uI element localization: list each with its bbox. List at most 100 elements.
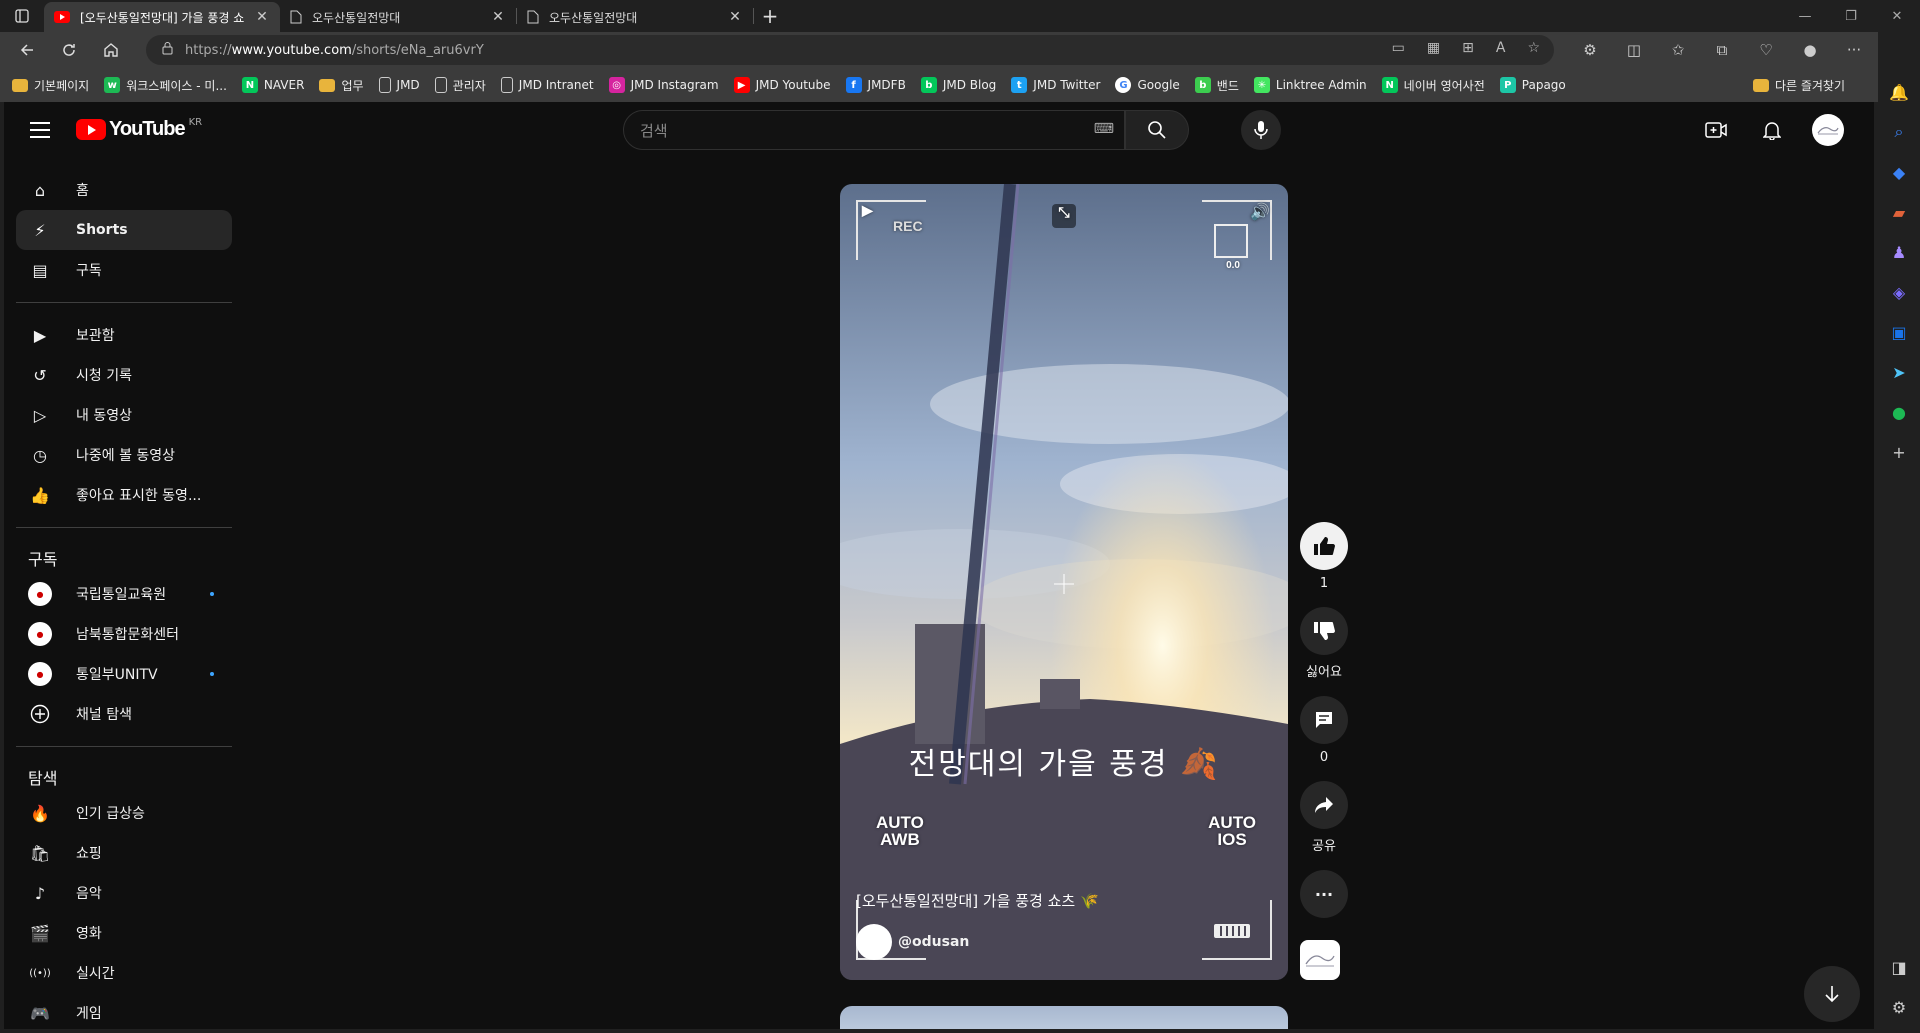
nav-item-explore-4[interactable]: ((•)) 실시간 xyxy=(16,953,232,993)
share-button[interactable] xyxy=(1300,781,1348,829)
volume-icon[interactable]: 🔊 xyxy=(1250,202,1270,222)
notification-bell-icon[interactable]: 🔔 xyxy=(1878,72,1920,112)
close-window-icon[interactable]: ✕ xyxy=(1874,0,1920,32)
read-aloud-icon[interactable]: A xyxy=(1496,40,1506,56)
search-button[interactable] xyxy=(1125,110,1189,150)
voice-search-button[interactable] xyxy=(1241,110,1281,150)
settings-more-icon[interactable]: ··· xyxy=(1832,41,1876,59)
app-available-icon[interactable]: ⊞ xyxy=(1462,40,1474,56)
sidebar-toggle-icon[interactable]: ◨ xyxy=(1878,947,1920,987)
nav-item-library-0[interactable]: ▶ 보관함 xyxy=(16,315,232,355)
nav-item-explore-1[interactable]: 🛍 쇼핑 xyxy=(16,833,232,873)
bookmark-item[interactable]: b JMD Blog xyxy=(920,77,996,93)
channel-thumbnail[interactable] xyxy=(1300,940,1340,980)
subscription-item[interactable]: ● 국립통일교육원 xyxy=(16,574,232,614)
tools-icon[interactable]: ▰ xyxy=(1878,192,1920,232)
split-screen-icon[interactable]: ◫ xyxy=(1612,41,1656,59)
lock-icon[interactable] xyxy=(162,41,173,59)
profile-icon[interactable]: ● xyxy=(1788,41,1832,59)
search-input[interactable]: 검색 ⌨ xyxy=(623,110,1125,150)
bookmark-item[interactable]: ▯ 관리자 xyxy=(434,77,486,94)
nav-item-library-2[interactable]: ▷ 내 동영상 xyxy=(16,395,232,435)
nav-item-explore-2[interactable]: ♪ 음악 xyxy=(16,873,232,913)
nav-item-primary-1[interactable]: ⚡ Shorts xyxy=(16,210,232,250)
bookmark-item[interactable]: f JMDFB xyxy=(845,77,906,93)
tab-close-icon[interactable]: ✕ xyxy=(254,9,270,25)
browser-tab-1[interactable]: [오두산통일전망대] 가을 풍경 쇼 ✕ xyxy=(44,2,280,32)
refresh-button[interactable] xyxy=(48,32,90,68)
bookmark-item[interactable]: ▯ JMD Intranet xyxy=(500,77,594,93)
extensions-icon[interactable]: ⚙ xyxy=(1568,41,1612,59)
collections-icon[interactable]: ⧉ xyxy=(1700,41,1744,59)
bookmark-item[interactable]: ✳ Linktree Admin xyxy=(1253,77,1367,93)
subscription-item[interactable]: ● 통일부UNITV xyxy=(16,654,232,694)
channel-avatar[interactable] xyxy=(856,924,892,960)
channel-handle[interactable]: @odusan xyxy=(898,934,969,950)
bookmark-item[interactable]: ▯ JMD xyxy=(378,77,420,93)
subscription-item[interactable]: 채널 탐색 xyxy=(16,694,232,734)
bookmark-item[interactable]: ▶ JMD Youtube xyxy=(733,77,831,93)
account-button[interactable] xyxy=(1808,110,1848,150)
bookmark-item[interactable]: ▬ 업무 xyxy=(319,77,364,94)
notifications-button[interactable] xyxy=(1752,110,1792,150)
tab-close-icon[interactable]: ✕ xyxy=(490,9,506,25)
sidebar-settings-icon[interactable]: ⚙ xyxy=(1878,987,1920,1027)
qr-code-icon[interactable]: ▦ xyxy=(1427,40,1440,56)
tab-actions-icon[interactable] xyxy=(0,0,44,32)
browser-tab-3[interactable]: 오두산통일전망대 ✕ xyxy=(517,2,753,32)
drop-icon[interactable]: ➤ xyxy=(1878,352,1920,392)
keyboard-icon[interactable]: ⌨ xyxy=(1094,121,1114,137)
subscription-item[interactable]: ● 남북통합문화센터 xyxy=(16,614,232,654)
other-favorites[interactable]: 다른 즐겨찾기 xyxy=(1752,77,1845,94)
restore-icon[interactable]: ❐ xyxy=(1828,0,1874,32)
shopping-tag-icon[interactable]: ◆ xyxy=(1878,152,1920,192)
bookmark-item[interactable]: N NAVER xyxy=(241,77,304,93)
more-button[interactable]: ··· xyxy=(1300,870,1348,918)
nav-item-explore-0[interactable]: 🔥 인기 급상승 xyxy=(16,793,232,833)
dislike-button[interactable] xyxy=(1300,607,1348,655)
bookmark-item[interactable]: b 밴드 xyxy=(1194,77,1239,94)
minimize-icon[interactable]: — xyxy=(1782,0,1828,32)
immersive-reader-icon[interactable]: ▭ xyxy=(1392,40,1405,56)
next-short-preview[interactable] xyxy=(840,1006,1288,1029)
bookmark-item[interactable]: G Google xyxy=(1115,77,1180,93)
nav-item-library-1[interactable]: ↺ 시청 기록 xyxy=(16,355,232,395)
bookmark-item[interactable]: w 워크스페이스 - 미... xyxy=(104,77,227,94)
add-sidebar-icon[interactable]: + xyxy=(1878,432,1920,472)
like-button[interactable] xyxy=(1300,522,1348,570)
nav-item-library-4[interactable]: 👍 좋아요 표시한 동영... xyxy=(16,475,232,515)
bookmark-item[interactable]: N 네이버 영어사전 xyxy=(1381,77,1485,94)
play-icon[interactable]: ▶ xyxy=(862,202,873,219)
address-bar[interactable]: https://www.youtube.com/shorts/eNa_aru6v… xyxy=(146,35,1554,65)
favorites-icon[interactable]: ✩ xyxy=(1656,41,1700,59)
short-title[interactable]: [오두산통일전망대] 가을 풍경 쇼츠 🌾 xyxy=(856,890,1099,911)
next-video-button[interactable] xyxy=(1804,966,1860,1022)
bookmark-item[interactable]: P Papago xyxy=(1499,77,1566,93)
short-channel[interactable]: @odusan xyxy=(856,924,969,960)
nav-item-explore-3[interactable]: 🎬 영화 xyxy=(16,913,232,953)
favorite-star-icon[interactable]: ☆ xyxy=(1527,40,1540,56)
browser-essentials-icon[interactable]: ♡ xyxy=(1744,41,1788,59)
spotify-icon[interactable]: ● xyxy=(1878,392,1920,432)
home-button[interactable] xyxy=(90,32,132,68)
nav-item-explore-5[interactable]: 🎮 게임 xyxy=(16,993,232,1029)
new-tab-button[interactable]: + xyxy=(754,0,786,32)
search-icon[interactable]: ⌕ xyxy=(1878,112,1920,152)
bookmark-item[interactable]: ◎ JMD Instagram xyxy=(608,77,719,93)
bookmark-item[interactable]: ▬ 기본페이지 xyxy=(12,77,89,94)
outlook-icon[interactable]: ▣ xyxy=(1878,312,1920,352)
microsoft-365-icon[interactable]: ◈ xyxy=(1878,272,1920,312)
menu-icon[interactable] xyxy=(28,118,52,142)
comments-button[interactable] xyxy=(1300,696,1348,744)
nav-item-library-3[interactable]: ◷ 나중에 볼 동영상 xyxy=(16,435,232,475)
browser-tab-2[interactable]: 오두산통일전망대 ✕ xyxy=(280,2,516,32)
youtube-logo[interactable]: YouTube KR xyxy=(76,117,202,141)
create-button[interactable] xyxy=(1696,110,1736,150)
tab-close-icon[interactable]: ✕ xyxy=(727,9,743,25)
nav-item-primary-2[interactable]: ▤ 구독 xyxy=(16,250,232,290)
nav-item-primary-0[interactable]: ⌂ 홈 xyxy=(16,170,232,210)
back-button[interactable] xyxy=(6,32,48,68)
bookmark-item[interactable]: t JMD Twitter xyxy=(1011,77,1100,93)
games-icon[interactable]: ♟ xyxy=(1878,232,1920,272)
fullscreen-icon[interactable]: ⤡ xyxy=(1052,204,1076,228)
